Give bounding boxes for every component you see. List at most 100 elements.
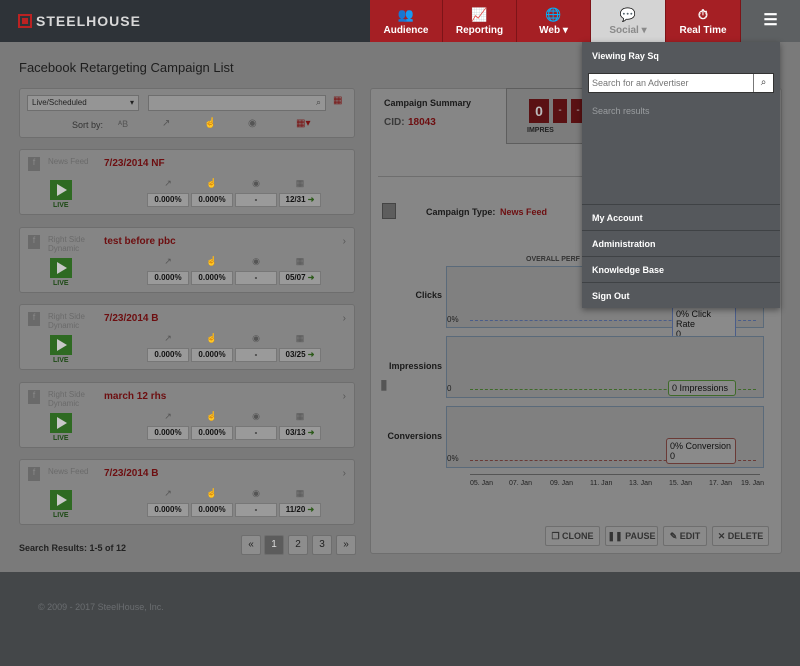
status-select-value: Live/Scheduled bbox=[32, 98, 87, 107]
pager-page-2[interactable]: 2 bbox=[288, 535, 308, 555]
click-icon: ☝ bbox=[206, 256, 218, 266]
pager-prev[interactable]: « bbox=[241, 535, 261, 555]
chevron-right-icon[interactable]: › bbox=[343, 236, 346, 247]
facebook-icon: f bbox=[28, 467, 40, 481]
impressions-tooltip-value: 0 Impressions bbox=[672, 383, 729, 393]
delete-button[interactable]: ✕ DELETE bbox=[712, 526, 769, 546]
stat-cvr: 0.000% bbox=[191, 271, 233, 285]
play-icon[interactable] bbox=[50, 258, 72, 278]
clone-button[interactable]: ❐ CLONE bbox=[545, 526, 600, 546]
logo-icon bbox=[18, 14, 32, 28]
chart-icon: 📈 bbox=[471, 7, 488, 22]
play-icon[interactable] bbox=[50, 490, 72, 510]
campaign-card[interactable]: f News Feed 7/23/2014 NF LIVE ↗ ☝ ◉ ▦ 0.… bbox=[19, 149, 355, 215]
sort-views-icon[interactable]: ◉ bbox=[248, 118, 257, 129]
conversions-tooltip: 0% Conversion 0 bbox=[666, 438, 736, 464]
campaign-card[interactable]: f Right Side Dynamic march 12 rhs › LIVE… bbox=[19, 382, 355, 448]
edit-button[interactable]: ✎ EDIT bbox=[663, 526, 707, 546]
stat-views: - bbox=[235, 426, 277, 440]
account-dropdown-menu: Viewing Ray Sq ⌕ Search results My Accou… bbox=[582, 42, 780, 308]
impressions-label: IMPRES bbox=[527, 127, 554, 134]
nav-reporting[interactable]: 📈 Reporting bbox=[443, 0, 517, 42]
stat-views: - bbox=[235, 193, 277, 207]
bar-chart-icon[interactable]: ▮ bbox=[380, 376, 388, 393]
menu-item-sign-out[interactable]: Sign Out bbox=[582, 282, 780, 308]
stat-ctr: 0.000% bbox=[147, 271, 189, 285]
impressions-counter: 0 - - IMPRES bbox=[506, 88, 586, 144]
campaign-card[interactable]: f Right Side Dynamic 7/23/2014 B › LIVE … bbox=[19, 304, 355, 370]
status-select[interactable]: Live/Scheduled ▾ bbox=[27, 95, 139, 111]
pencil-icon: ✎ bbox=[669, 531, 680, 541]
calendar-icon: ▦ bbox=[295, 411, 305, 421]
nav-web[interactable]: 🌐 Web ▾ bbox=[517, 0, 591, 42]
x-tick: 17. Jan bbox=[709, 480, 732, 487]
calendar-icon: ▦ bbox=[295, 178, 305, 188]
campaign-type-label: Campaign Type: bbox=[426, 207, 496, 217]
facebook-icon: f bbox=[28, 235, 40, 249]
x-tick: 11. Jan bbox=[590, 480, 613, 487]
arrow-right-icon: ➜ bbox=[305, 195, 315, 204]
campaign-card[interactable]: f News Feed 7/23/2014 B › LIVE ↗ ☝ ◉ ▦ 0… bbox=[19, 459, 355, 525]
steelhouse-logo[interactable]: STEELHOUSE bbox=[18, 13, 141, 29]
pager-page-1[interactable]: 1 bbox=[264, 535, 284, 555]
campaign-source: Right Side Dynamic bbox=[48, 235, 85, 253]
nav-realtime[interactable]: ⏱ Real Time bbox=[666, 0, 741, 42]
campaign-source: News Feed bbox=[48, 467, 89, 476]
nav-social[interactable]: 💬 Social ▾ bbox=[591, 0, 666, 42]
ctr-icon: ↗ bbox=[164, 488, 172, 498]
advertiser-search-input[interactable] bbox=[592, 76, 752, 90]
chevron-right-icon[interactable]: › bbox=[343, 313, 346, 324]
play-icon[interactable] bbox=[50, 335, 72, 355]
campaign-name[interactable]: test before pbc bbox=[104, 236, 176, 247]
viewing-advertiser-label: Viewing Ray Sq bbox=[592, 51, 659, 61]
campaign-name[interactable]: 7/23/2014 B bbox=[104, 313, 159, 324]
campaign-name[interactable]: march 12 rhs bbox=[104, 391, 166, 402]
chevron-right-icon[interactable]: › bbox=[343, 468, 346, 479]
click-icon: ☝ bbox=[206, 178, 218, 188]
sort-ctr-icon[interactable]: ↗ bbox=[162, 118, 170, 129]
stat-views: - bbox=[235, 348, 277, 362]
filter-panel: Live/Scheduled ▾ ⌕ ▦ Sort by: ᴬB ↗ ☝ ◉ ▦… bbox=[19, 88, 355, 138]
play-icon[interactable] bbox=[50, 180, 72, 200]
campaign-search-input[interactable]: ⌕ bbox=[148, 95, 326, 111]
campaign-name[interactable]: 7/23/2014 B bbox=[104, 468, 159, 479]
sort-clicks-icon[interactable]: ☝ bbox=[204, 118, 216, 129]
click-icon: ☝ bbox=[206, 488, 218, 498]
stat-ctr: 0.000% bbox=[147, 193, 189, 207]
live-status: LIVE bbox=[53, 357, 69, 364]
search-icon[interactable]: ⌕ bbox=[753, 74, 773, 92]
play-icon[interactable] bbox=[50, 413, 72, 433]
chevron-down-icon: ▾ bbox=[638, 25, 647, 36]
ad-preview-icon bbox=[382, 203, 396, 219]
menu-item-administration[interactable]: Administration bbox=[582, 230, 780, 256]
eye-icon: ◉ bbox=[252, 178, 260, 188]
footer: © 2009 - 2017 SteelHouse, Inc. bbox=[0, 572, 800, 666]
chevron-down-icon: ▾ bbox=[129, 98, 134, 107]
sort-alpha-icon[interactable]: ᴬB bbox=[118, 119, 128, 129]
search-results-count: Search Results: 1-5 of 12 bbox=[19, 543, 127, 553]
hamburger-menu-button[interactable]: ☰ bbox=[741, 0, 800, 42]
live-status: LIVE bbox=[53, 512, 69, 519]
pause-button[interactable]: ❚❚ PAUSE bbox=[605, 526, 658, 546]
campaign-name[interactable]: 7/23/2014 NF bbox=[104, 158, 165, 169]
live-status: LIVE bbox=[53, 435, 69, 442]
stat-cvr: 0.000% bbox=[191, 503, 233, 517]
campaign-source: Right Side Dynamic bbox=[48, 312, 85, 330]
x-tick: 13. Jan bbox=[629, 480, 652, 487]
arrow-right-icon: ➜ bbox=[305, 350, 315, 359]
date-value: 05/07 bbox=[285, 273, 306, 282]
hamburger-icon: ☰ bbox=[763, 12, 778, 29]
menu-item-my-account[interactable]: My Account bbox=[582, 204, 780, 230]
campaign-card[interactable]: f Right Side Dynamic test before pbc › L… bbox=[19, 227, 355, 293]
pager-page-3[interactable]: 3 bbox=[312, 535, 332, 555]
menu-item-knowledge-base[interactable]: Knowledge Base bbox=[582, 256, 780, 282]
chevron-right-icon[interactable]: › bbox=[343, 391, 346, 402]
globe-icon: 🌐 bbox=[545, 7, 562, 22]
pager-next[interactable]: » bbox=[336, 535, 356, 555]
clicks-zero: 0% bbox=[447, 315, 459, 324]
calendar-icon[interactable]: ▦ bbox=[333, 95, 342, 106]
nav-audience[interactable]: 👥 Audience bbox=[370, 0, 443, 42]
sort-date-icon[interactable]: ▦▾ bbox=[296, 118, 310, 129]
date-value: 12/31 bbox=[285, 195, 306, 204]
pause-label: PAUSE bbox=[625, 531, 656, 541]
